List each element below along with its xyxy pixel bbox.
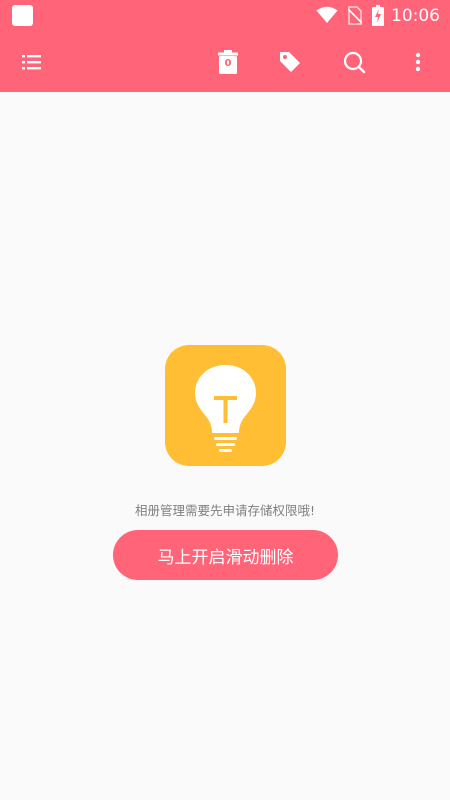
permission-message: 相册管理需要先申请存储权限哦!	[134, 503, 315, 518]
tag-button[interactable]	[274, 46, 306, 78]
trash-count: 0	[224, 58, 232, 69]
menu-button[interactable]	[16, 46, 48, 78]
no-sim-icon	[348, 6, 362, 25]
enable-swipe-delete-button[interactable]: 马上开启滑动删除	[113, 530, 338, 580]
status-bar: 10:06	[0, 0, 450, 32]
battery-charging-icon	[372, 5, 384, 26]
wifi-icon	[316, 6, 338, 23]
status-time: 10:06	[391, 6, 440, 26]
tag-icon	[280, 52, 300, 72]
lightbulb-icon	[195, 365, 256, 452]
toolbar: 0	[0, 32, 450, 92]
trash-button[interactable]: 0	[212, 46, 244, 78]
search-button[interactable]	[338, 46, 370, 78]
bulb-card	[165, 345, 286, 466]
more-vert-icon	[415, 52, 421, 72]
more-options-button[interactable]	[402, 46, 434, 78]
app-notification-icon	[12, 5, 33, 26]
search-icon	[343, 51, 366, 74]
menu-list-icon	[22, 55, 41, 70]
